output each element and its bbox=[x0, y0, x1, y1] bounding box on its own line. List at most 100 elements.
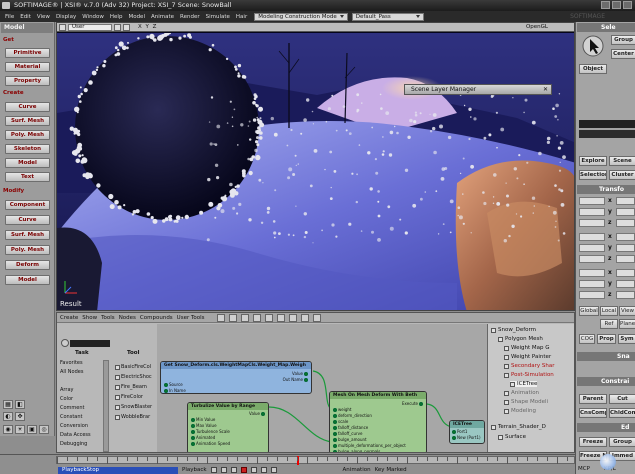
tool-item[interactable]: SnowBlaster bbox=[115, 404, 152, 410]
menu-display[interactable]: Display bbox=[53, 14, 79, 20]
scale-y-field[interactable] bbox=[616, 208, 635, 216]
explorer-item[interactable]: Weight Map G bbox=[504, 345, 550, 351]
rotate-x-field[interactable] bbox=[616, 233, 635, 241]
viewport-scene[interactable] bbox=[57, 33, 575, 311]
tool-item[interactable]: ElectricShoc bbox=[115, 374, 152, 380]
last-frame-icon[interactable] bbox=[260, 467, 267, 473]
select-arrow-icon[interactable] bbox=[582, 34, 604, 58]
translate-field[interactable] bbox=[579, 291, 605, 299]
pin-icon[interactable] bbox=[240, 313, 249, 322]
menu-model[interactable]: Model bbox=[125, 14, 148, 20]
playback-status[interactable]: PlaybackStop bbox=[58, 466, 178, 474]
select-panel-header[interactable]: Sele bbox=[577, 23, 635, 32]
explorer-item[interactable]: Weight Painter bbox=[504, 354, 551, 360]
prev-key-icon[interactable] bbox=[220, 467, 227, 473]
node-port[interactable]: Turbulence Scale bbox=[191, 429, 230, 434]
viewport-menu-icon[interactable] bbox=[59, 23, 66, 31]
create-skeleton-button[interactable]: Skeleton bbox=[5, 144, 50, 154]
cnscomp-button[interactable]: CnsComp bbox=[579, 408, 607, 418]
menu-view[interactable]: View bbox=[34, 14, 53, 20]
group-button[interactable]: Group bbox=[611, 35, 635, 45]
explorer-item[interactable]: Modeling bbox=[504, 408, 536, 414]
node-port[interactable]: falloff_distance bbox=[333, 425, 368, 430]
task-item[interactable]: Conversion bbox=[60, 423, 88, 429]
frame-icon[interactable] bbox=[252, 313, 261, 322]
explorer-item[interactable]: Terrain_Shader_D bbox=[491, 424, 546, 430]
menu-edit[interactable]: Edit bbox=[17, 14, 34, 20]
lock-icon[interactable] bbox=[216, 313, 225, 322]
node-port[interactable]: bulge_along_normals bbox=[333, 449, 380, 452]
node-port[interactable]: Source bbox=[164, 382, 183, 387]
node-port[interactable]: scale bbox=[333, 419, 348, 424]
translate-field[interactable] bbox=[579, 269, 605, 277]
menu-help[interactable]: Help bbox=[107, 14, 126, 20]
construction-mode-dropdown[interactable]: Modeling Construction Mode bbox=[254, 12, 348, 21]
cog-button[interactable]: COG bbox=[579, 334, 595, 344]
tool-item[interactable]: BasicFireCol bbox=[115, 364, 151, 370]
node-port[interactable]: New (Port1) bbox=[452, 435, 481, 440]
menu-window[interactable]: Window bbox=[79, 14, 107, 20]
ice-menu-show[interactable]: Show bbox=[82, 315, 97, 321]
task-item[interactable]: Constant bbox=[60, 414, 82, 420]
translate-field[interactable] bbox=[579, 280, 605, 288]
selection-field[interactable] bbox=[579, 130, 635, 138]
center-button[interactable]: Center bbox=[611, 49, 635, 59]
refresh-icon[interactable] bbox=[228, 313, 237, 322]
first-frame-icon[interactable] bbox=[210, 467, 217, 473]
node-port[interactable]: bulge_amount bbox=[333, 437, 367, 442]
ice-node-mesh-deform[interactable]: Mesh On Mesh Deform With Beth Execute we… bbox=[329, 391, 427, 452]
rotate-field[interactable] bbox=[579, 233, 605, 241]
scene-layer-manager-titlebar[interactable]: Scene Layer Manager ✕ bbox=[404, 84, 552, 95]
playback-button[interactable]: Playback bbox=[182, 467, 207, 473]
selection-button[interactable]: Selection bbox=[579, 170, 607, 180]
translate-x-field[interactable] bbox=[616, 269, 635, 277]
scale-x-field[interactable] bbox=[616, 197, 635, 205]
tool-item[interactable]: Fire_Beam bbox=[115, 384, 147, 390]
transform-panel-header[interactable]: Transfo bbox=[577, 185, 635, 194]
loop-icon[interactable] bbox=[270, 467, 277, 473]
ice-node-turbulize[interactable]: Turbulize Value by Range Value Min Value… bbox=[187, 402, 269, 452]
edit-panel-header[interactable]: Ed bbox=[577, 423, 635, 432]
node-port[interactable]: deform_direction bbox=[333, 413, 372, 418]
modify-deform-button[interactable]: Deform bbox=[5, 260, 50, 270]
create-text-button[interactable]: Text bbox=[5, 172, 50, 182]
timeline-ruler[interactable] bbox=[56, 456, 575, 465]
scale-field[interactable] bbox=[579, 208, 605, 216]
scale-z-field[interactable] bbox=[616, 219, 635, 227]
constrain-panel-header[interactable]: Constrai bbox=[577, 377, 635, 386]
task-item[interactable]: All Nodes bbox=[60, 369, 83, 375]
get-property-button[interactable]: Property bbox=[5, 76, 50, 86]
node-port[interactable]: Execute bbox=[402, 401, 423, 406]
task-item[interactable]: Debugging bbox=[60, 441, 87, 447]
rotate-z-field[interactable] bbox=[616, 255, 635, 263]
modify-surf-mesh-button[interactable]: Surf. Mesh bbox=[5, 230, 50, 240]
ice-menu-tools[interactable]: Tools bbox=[101, 315, 115, 321]
node-port[interactable]: Max Value bbox=[191, 423, 217, 428]
translate-z-field[interactable] bbox=[616, 291, 635, 299]
freeze-group-button[interactable]: Group bbox=[609, 437, 635, 447]
toolbar-header-model[interactable]: Model bbox=[1, 23, 53, 33]
cluster-button[interactable]: Cluster bbox=[609, 170, 635, 180]
explorer-item-root[interactable]: Snow_Deform bbox=[491, 327, 536, 333]
ice-menu-nodes[interactable]: Nodes bbox=[119, 315, 136, 321]
help-icon[interactable] bbox=[312, 313, 321, 322]
home-icon[interactable] bbox=[264, 313, 273, 322]
explorer-item[interactable]: Animation bbox=[504, 390, 539, 396]
ice-menu-create[interactable]: Create bbox=[60, 315, 78, 321]
explorer-item[interactable]: Secondary Shar bbox=[504, 363, 554, 369]
node-port[interactable]: Animation Speed bbox=[191, 441, 230, 446]
parent-button[interactable]: Parent bbox=[579, 394, 607, 404]
create-poly-mesh-button[interactable]: Poly. Mesh bbox=[5, 130, 50, 140]
arrow-right-icon[interactable] bbox=[288, 313, 297, 322]
explorer-item[interactable]: Polygon Mesh bbox=[498, 336, 543, 342]
view-button[interactable]: View bbox=[619, 306, 635, 316]
snap-icon[interactable]: ◧ bbox=[15, 400, 25, 409]
ice-graph-canvas[interactable]: Get Snow_Deform.cls.WeightMapCls.Weight_… bbox=[157, 324, 487, 452]
task-item[interactable]: Favorites bbox=[60, 360, 83, 366]
get-material-button[interactable]: Material bbox=[5, 62, 50, 72]
menu-simulate[interactable]: Simulate bbox=[203, 14, 233, 20]
render-icon[interactable]: ▣ bbox=[27, 425, 37, 434]
scale-field[interactable] bbox=[579, 219, 605, 227]
refresh-icon[interactable] bbox=[61, 339, 69, 347]
eye-icon[interactable]: ◎ bbox=[39, 425, 49, 434]
